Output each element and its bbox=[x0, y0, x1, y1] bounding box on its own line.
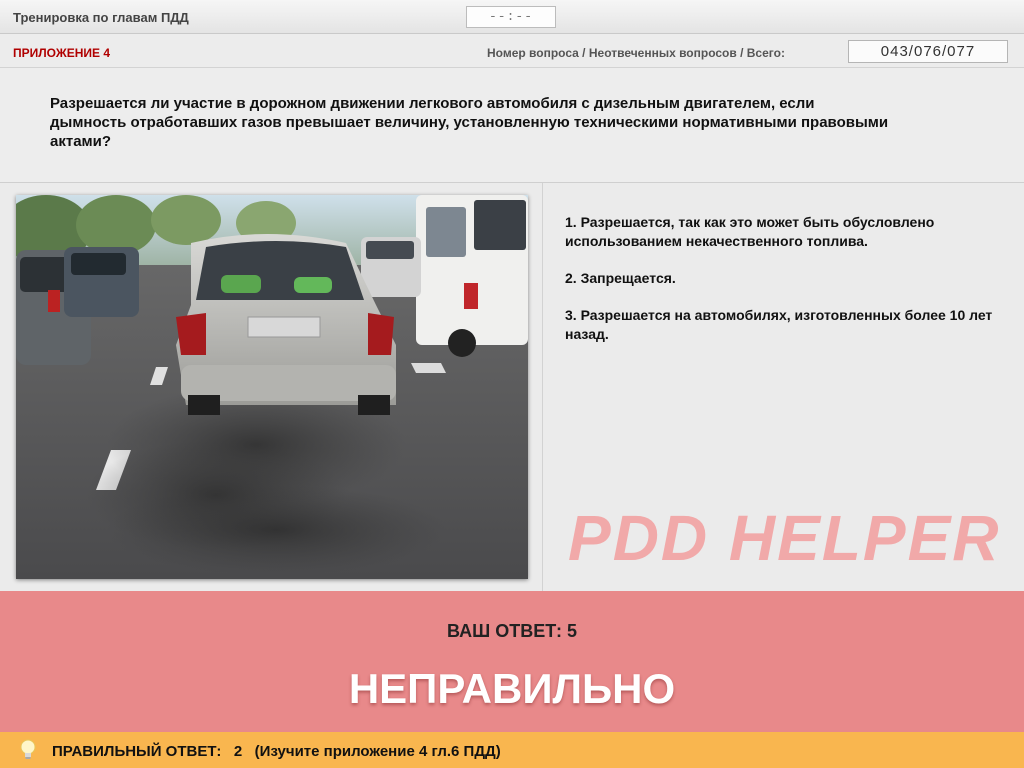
your-answer-label: ВАШ ОТВЕТ: 5 bbox=[447, 621, 577, 641]
question-panel: Разрешается ли участие в дорожном движен… bbox=[0, 68, 1024, 183]
question-counter: 043/076/077 bbox=[848, 40, 1008, 63]
car-smoke-illustration bbox=[16, 195, 528, 579]
info-bar: ПРИЛОЖЕНИЕ 4 Номер вопроса / Неотвеченны… bbox=[0, 34, 1024, 68]
app-title: Тренировка по главам ПДД bbox=[13, 10, 189, 25]
panel-divider bbox=[542, 183, 543, 591]
top-bar: Тренировка по главам ПДД --:-- bbox=[0, 0, 1024, 34]
appendix-label: ПРИЛОЖЕНИЕ 4 bbox=[13, 46, 111, 60]
result-panel: ВАШ ОТВЕТ: 5 НЕПРАВИЛЬНО bbox=[0, 591, 1024, 732]
answer-list: 1. Разрешается, так как это может быть о… bbox=[565, 213, 995, 362]
content-area: 1. Разрешается, так как это может быть о… bbox=[0, 183, 1024, 591]
answer-option-1[interactable]: 1. Разрешается, так как это может быть о… bbox=[565, 213, 995, 251]
watermark-logo: PDD HELPER bbox=[568, 502, 1001, 574]
question-photo bbox=[16, 195, 528, 579]
answer-option-3[interactable]: 3. Разрешается на автомобилях, изготовле… bbox=[565, 306, 995, 344]
question-counter-label: Номер вопроса / Неотвеченных вопросов / … bbox=[487, 46, 785, 60]
question-text: Разрешается ли участие в дорожном движен… bbox=[50, 95, 889, 150]
correct-answer-text: ПРАВИЛЬНЫЙ ОТВЕТ: 2 (Изучите приложение … bbox=[52, 743, 501, 760]
lightbulb-icon bbox=[20, 739, 36, 759]
correct-answer-bar: ПРАВИЛЬНЫЙ ОТВЕТ: 2 (Изучите приложение … bbox=[0, 732, 1024, 768]
timer-display: --:-- bbox=[466, 6, 556, 28]
verdict-label: НЕПРАВИЛЬНО bbox=[348, 665, 676, 712]
answer-option-2[interactable]: 2. Запрещается. bbox=[565, 269, 995, 288]
